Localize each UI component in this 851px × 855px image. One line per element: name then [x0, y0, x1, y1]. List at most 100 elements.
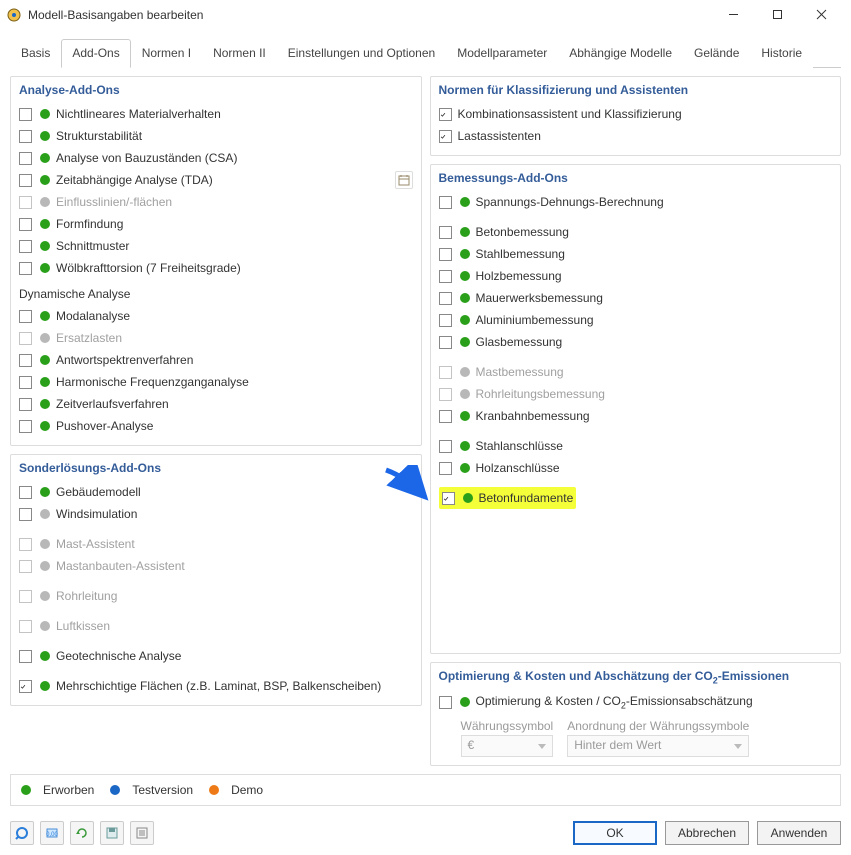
row-geotech: Geotechnische Analyse	[19, 645, 413, 667]
tab-abhaengige[interactable]: Abhängige Modelle	[558, 39, 683, 68]
checkbox-pushover[interactable]	[19, 420, 32, 433]
optimization-options: Währungssymbol € Anordnung der Währungss…	[461, 719, 833, 757]
help-icon[interactable]	[10, 821, 34, 845]
checkbox-holzanschl[interactable]	[439, 462, 452, 475]
row-csa: Analyse von Bauzuständen (CSA)	[19, 147, 413, 169]
checkbox-lastassist[interactable]	[439, 130, 452, 143]
legend-demo: Demo	[231, 783, 263, 797]
ok-button[interactable]: OK	[573, 821, 657, 845]
status-dot	[40, 197, 50, 207]
checkbox-modal[interactable]	[19, 310, 32, 323]
label-tda: Zeitabhängige Analyse (TDA)	[56, 173, 213, 187]
row-wind: Windsimulation	[19, 503, 413, 525]
tab-normen1[interactable]: Normen I	[131, 39, 202, 68]
label-formfindung: Formfindung	[56, 217, 123, 231]
status-dot	[40, 421, 50, 431]
tab-historie[interactable]: Historie	[750, 39, 813, 68]
checkbox-formfindung[interactable]	[19, 218, 32, 231]
checkbox-beton[interactable]	[439, 226, 452, 239]
tool-icons: 0,00	[10, 821, 154, 845]
row-mastbem: Mastbemessung	[439, 361, 833, 383]
minimize-button[interactable]	[711, 1, 755, 29]
save-icon[interactable]	[100, 821, 124, 845]
checkbox-zeitverlauf[interactable]	[19, 398, 32, 411]
row-rohrleitung: Rohrleitung	[19, 585, 413, 607]
label-zeitverlauf: Zeitverlaufsverfahren	[56, 397, 169, 411]
label-nichtlinear: Nichtlineares Materialverhalten	[56, 107, 221, 121]
maximize-button[interactable]	[755, 1, 799, 29]
checkbox-mehrschichtig[interactable]	[19, 680, 32, 693]
list-icon[interactable]	[130, 821, 154, 845]
label-rohrleitung: Rohrleitung	[56, 589, 117, 603]
status-dot	[40, 681, 50, 691]
checkbox-csa[interactable]	[19, 152, 32, 165]
checkbox-kombi[interactable]	[439, 108, 452, 121]
label-kombi: Kombinationsassistent und Klassifizierun…	[458, 107, 682, 121]
checkbox-stahlanschl[interactable]	[439, 440, 452, 453]
row-struktur: Strukturstabilität	[19, 125, 413, 147]
checkbox-geotech[interactable]	[19, 650, 32, 663]
refresh-icon[interactable]	[70, 821, 94, 845]
checkbox-einfluss	[19, 196, 32, 209]
checkbox-harmon[interactable]	[19, 376, 32, 389]
tab-modellparameter[interactable]: Modellparameter	[446, 39, 558, 68]
checkbox-opt[interactable]	[439, 696, 452, 709]
checkbox-kranbahn[interactable]	[439, 410, 452, 423]
currency-select[interactable]: €	[461, 735, 554, 757]
arrangement-select[interactable]: Hinter dem Wert	[567, 735, 749, 757]
checkbox-stahl[interactable]	[439, 248, 452, 261]
checkbox-spannung[interactable]	[439, 196, 452, 209]
tab-addons[interactable]: Add-Ons	[61, 39, 130, 68]
tab-normen2[interactable]: Normen II	[202, 39, 277, 68]
row-holzanschl: Holzanschlüsse	[439, 457, 833, 479]
tab-einstellungen[interactable]: Einstellungen und Optionen	[277, 39, 446, 68]
checkbox-mauer[interactable]	[439, 292, 452, 305]
legend-acquired: Erworben	[43, 783, 94, 797]
checkbox-glas[interactable]	[439, 336, 452, 349]
checkbox-schnittmuster[interactable]	[19, 240, 32, 253]
row-formfindung: Formfindung	[19, 213, 413, 235]
label-woelbkraft: Wölbkrafttorsion (7 Freiheitsgrade)	[56, 261, 241, 275]
units-icon[interactable]: 0,00	[40, 821, 64, 845]
panel-norms-title: Normen für Klassifizierung und Assistent…	[439, 83, 833, 97]
checkbox-gebaeude[interactable]	[19, 486, 32, 499]
checkbox-tda[interactable]	[19, 174, 32, 187]
checkbox-struktur[interactable]	[19, 130, 32, 143]
row-luftkissen: Luftkissen	[19, 615, 413, 637]
label-glas: Glasbemessung	[476, 335, 563, 349]
cancel-button[interactable]: Abbrechen	[665, 821, 749, 845]
checkbox-nichtlinear[interactable]	[19, 108, 32, 121]
label-stahlanschl: Stahlanschlüsse	[476, 439, 563, 453]
checkbox-antwort[interactable]	[19, 354, 32, 367]
tab-basis[interactable]: Basis	[10, 39, 61, 68]
checkbox-betonfundamente[interactable]	[442, 492, 455, 505]
checkbox-rohrbem	[439, 388, 452, 401]
label-einfluss: Einflusslinien/-flächen	[56, 195, 172, 209]
label-pushover: Pushover-Analyse	[56, 419, 153, 433]
tab-gelaende[interactable]: Gelände	[683, 39, 750, 68]
status-dot	[460, 293, 470, 303]
checkbox-alu[interactable]	[439, 314, 452, 327]
checkbox-holz[interactable]	[439, 270, 452, 283]
apply-button[interactable]: Anwenden	[757, 821, 841, 845]
row-beton: Betonbemessung	[439, 221, 833, 243]
row-zeitverlauf: Zeitverlaufsverfahren	[19, 393, 413, 415]
row-glas: Glasbemessung	[439, 331, 833, 353]
row-tda: Zeitabhängige Analyse (TDA)	[19, 169, 413, 191]
close-button[interactable]	[799, 1, 843, 29]
tabs-bar: Basis Add-Ons Normen I Normen II Einstel…	[10, 38, 841, 68]
label-opt: Optimierung & Kosten / CO2-Emissionsabsc…	[476, 694, 753, 710]
status-dot	[460, 315, 470, 325]
status-dot	[40, 651, 50, 661]
panel-special-title: Sonderlösungs-Add-Ons	[19, 461, 413, 475]
status-dot	[460, 271, 470, 281]
status-dot	[460, 389, 470, 399]
status-dot	[40, 263, 50, 273]
label-alu: Aluminiumbemessung	[476, 313, 594, 327]
calendar-icon[interactable]	[395, 171, 413, 189]
status-dot	[460, 337, 470, 347]
checkbox-wind[interactable]	[19, 508, 32, 521]
label-geotech: Geotechnische Analyse	[56, 649, 181, 663]
row-alu: Aluminiumbemessung	[439, 309, 833, 331]
checkbox-woelbkraft[interactable]	[19, 262, 32, 275]
